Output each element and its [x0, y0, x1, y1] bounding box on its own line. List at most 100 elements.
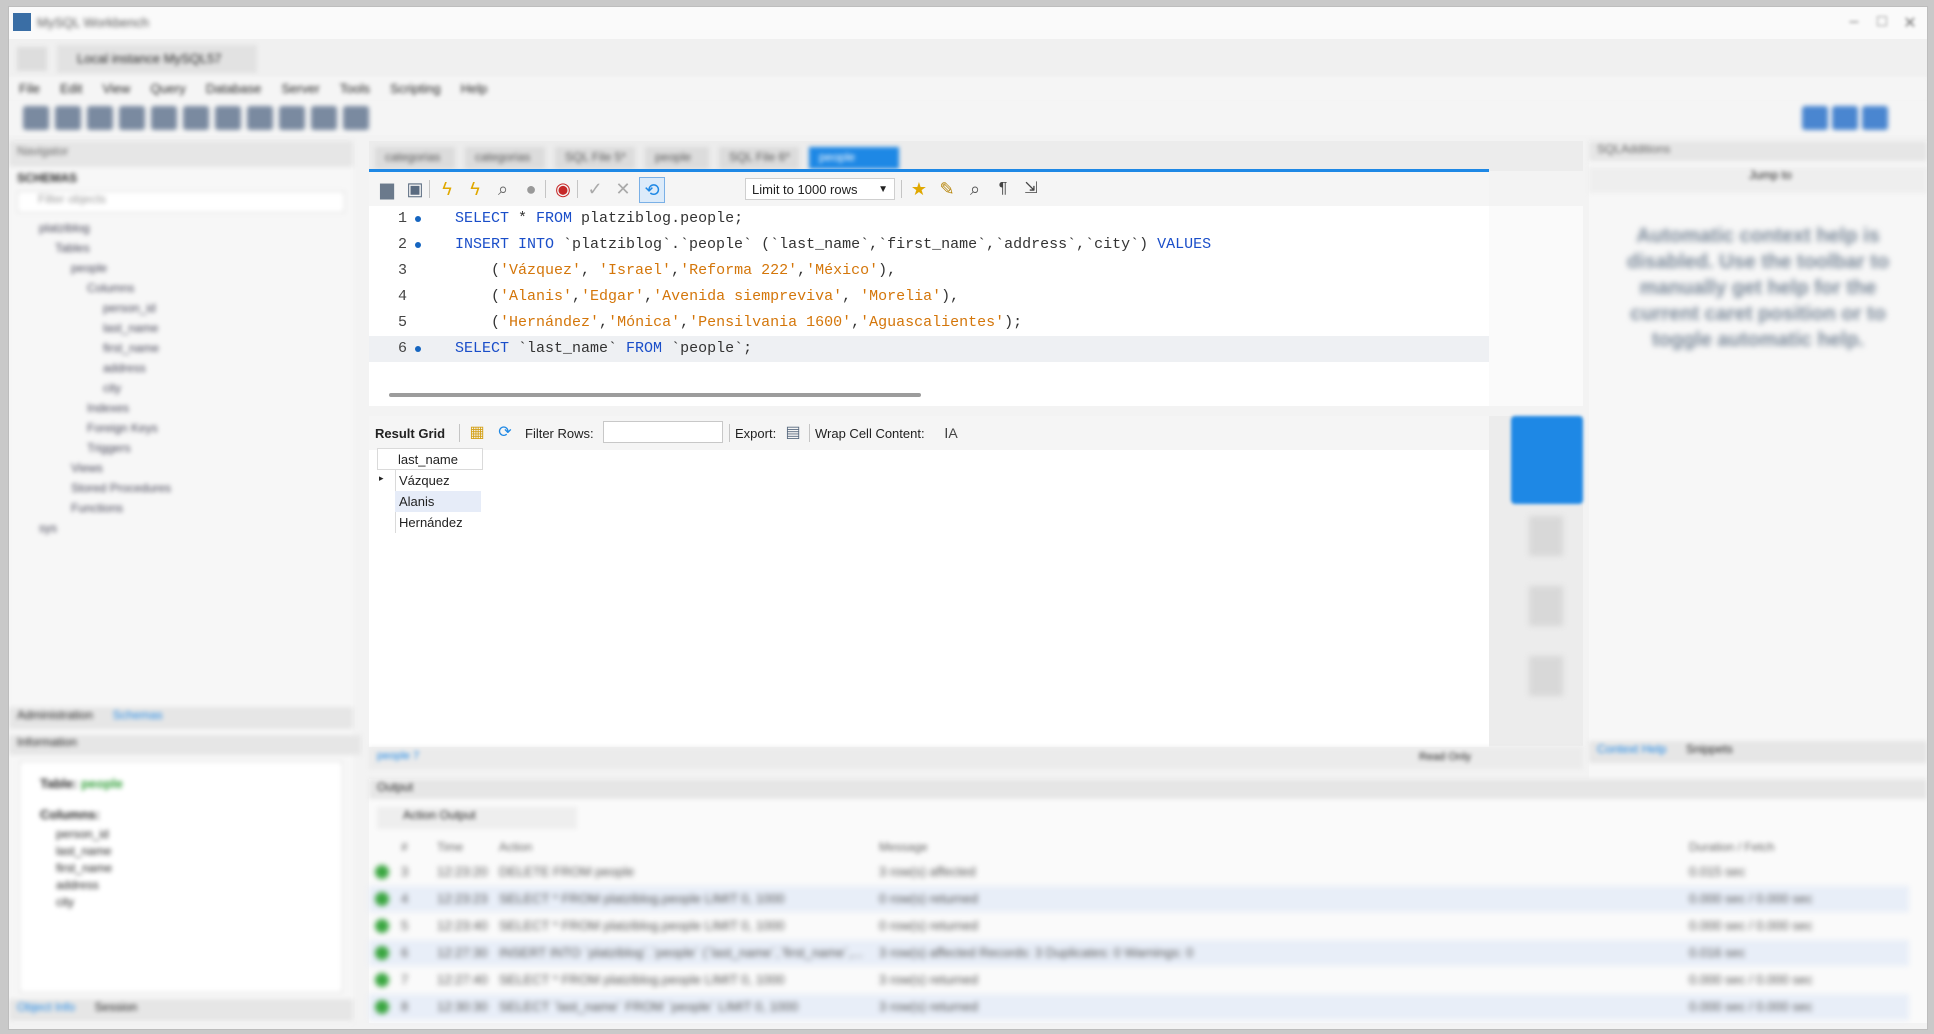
tab-session[interactable]: Session: [95, 1000, 138, 1014]
output-column-header[interactable]: Time: [437, 840, 463, 854]
filter-rows-input[interactable]: [603, 421, 723, 443]
output-row[interactable]: 7 12:27:40 SELECT * FROM platziblog.people…: [369, 967, 1909, 993]
menu-item[interactable]: Database: [206, 81, 262, 96]
output-type-select[interactable]: Action Output: [377, 807, 577, 829]
limit-rows-select[interactable]: Limit to 1000 rows ▼: [745, 178, 895, 200]
code-line[interactable]: 5 ('Hernández','Mónica','Pensilvania 160…: [369, 310, 1489, 336]
schema-filter-input[interactable]: Filter objects: [17, 191, 345, 213]
tree-item[interactable]: Views: [21, 461, 341, 481]
result-grid-side-button[interactable]: [1511, 416, 1583, 504]
tree-item[interactable]: address: [21, 361, 341, 381]
find-icon[interactable]: ⌕: [963, 177, 987, 201]
toolbar-button-icon[interactable]: [215, 106, 241, 130]
toolbar-button-icon[interactable]: [279, 106, 305, 130]
toolbar-button-icon[interactable]: [119, 106, 145, 130]
editor-tab[interactable]: categorias: [465, 147, 545, 169]
panel-toggle-icon[interactable]: [1862, 106, 1888, 130]
output-row[interactable]: 6 12:27:30 INSERT INTO `platziblog`.`peopl…: [369, 940, 1909, 966]
wrap-cell-icon[interactable]: ⅠA: [939, 421, 963, 445]
output-column-header[interactable]: Action: [499, 840, 532, 854]
row-marker[interactable]: [377, 491, 396, 512]
column-header[interactable]: last_name: [377, 448, 483, 470]
jump-to-label[interactable]: Jump to: [1749, 168, 1792, 182]
tree-item[interactable]: Triggers: [21, 441, 341, 461]
tree-item[interactable]: Foreign Keys: [21, 421, 341, 441]
toolbar-button-icon[interactable]: [87, 106, 113, 130]
toolbar-button-icon[interactable]: [247, 106, 273, 130]
tree-item[interactable]: platziblog: [21, 221, 341, 241]
menu-item[interactable]: Help: [461, 81, 488, 96]
tree-item[interactable]: city: [21, 381, 341, 401]
output-column-header[interactable]: Duration / Fetch: [1689, 840, 1774, 854]
code-line[interactable]: 3 ('Vázquez', 'Israel','Reforma 222','Mé…: [369, 258, 1489, 284]
save-icon[interactable]: ▣: [403, 177, 427, 201]
cell-last-name[interactable]: Vázquez: [399, 473, 450, 488]
menu-item[interactable]: Server: [281, 81, 319, 96]
toolbar-button-icon[interactable]: [311, 106, 337, 130]
result-grid-label[interactable]: Result Grid: [375, 426, 445, 441]
editor-tab[interactable]: SQL File 6*: [719, 147, 799, 169]
refresh-icon[interactable]: ⟳: [493, 421, 517, 445]
table-row[interactable]: Hernández: [377, 512, 483, 533]
tab-administration[interactable]: Administration: [17, 708, 93, 722]
tab-object-info[interactable]: Object Info: [17, 1000, 75, 1014]
tree-item[interactable]: last_name: [21, 321, 341, 341]
field-types-side-button[interactable]: [1529, 586, 1563, 626]
add-snippet-icon[interactable]: ★: [907, 177, 931, 201]
toolbar-button-icon[interactable]: [183, 106, 209, 130]
tree-item[interactable]: Functions: [21, 501, 341, 521]
output-row[interactable]: 4 12:23:23 SELECT * FROM platziblog.people…: [369, 886, 1909, 912]
maximize-icon[interactable]: □: [1867, 13, 1897, 33]
context-help-toolbar[interactable]: Jump to: [1589, 167, 1927, 193]
output-row[interactable]: 8 12:30:30 SELECT `last_name` FROM `people…: [369, 994, 1909, 1020]
toggle-error-icon[interactable]: ◉: [551, 177, 575, 201]
table-row[interactable]: Alanis: [377, 491, 483, 512]
output-column-header[interactable]: Message: [879, 840, 928, 854]
export-icon[interactable]: ▤: [781, 421, 805, 445]
editor-tab[interactable]: people: [809, 147, 899, 169]
tree-item[interactable]: Columns: [21, 281, 341, 301]
table-row[interactable]: ▸ Vázquez: [377, 470, 483, 491]
explain-icon[interactable]: ⌕: [491, 177, 515, 201]
rollback-icon[interactable]: ✕: [611, 177, 635, 201]
schema-tree[interactable]: platziblog Tables people Columns person_id la…: [9, 215, 353, 547]
toolbar-button-icon[interactable]: [55, 106, 81, 130]
menu-item[interactable]: Edit: [60, 81, 82, 96]
tab-schemas[interactable]: Schemas: [113, 708, 163, 722]
query-stats-side-button[interactable]: [1529, 656, 1563, 696]
execute-current-icon[interactable]: ϟ: [463, 177, 487, 201]
toolbar-button-icon[interactable]: [23, 106, 49, 130]
panel-toggle-icon[interactable]: [1832, 106, 1858, 130]
close-icon[interactable]: ✕: [1895, 13, 1925, 33]
cell-last-name[interactable]: Hernández: [399, 515, 463, 530]
code-line[interactable]: 2 INSERT INTO `platziblog`.`people` (`las…: [369, 232, 1489, 258]
cell-last-name[interactable]: Alanis: [399, 494, 434, 509]
tree-item[interactable]: Stored Procedures: [21, 481, 341, 501]
output-row[interactable]: 5 12:23:40 SELECT * FROM platziblog.people…: [369, 913, 1909, 939]
code-line[interactable]: 6 SELECT `last_name` FROM `people`;: [369, 336, 1489, 362]
minimize-icon[interactable]: –: [1839, 13, 1869, 33]
commit-icon[interactable]: ✓: [583, 177, 607, 201]
code-line[interactable]: 4 ('Alanis','Edgar','Avenida siempreviva…: [369, 284, 1489, 310]
tree-item[interactable]: first_name: [21, 341, 341, 361]
output-row[interactable]: 3 12:23:20 DELETE FROM people 3 row(s) affe…: [369, 859, 1909, 885]
menu-item[interactable]: File: [19, 81, 40, 96]
toolbar-button-icon[interactable]: [151, 106, 177, 130]
sql-editor[interactable]: 1 SELECT * FROM platziblog.people; 2 INSERT…: [369, 206, 1489, 406]
editor-tab[interactable]: categorias: [375, 147, 455, 169]
connection-tab[interactable]: Local instance MySQL57: [57, 45, 257, 73]
tab-snippets[interactable]: Snippets: [1686, 742, 1733, 756]
editor-tab[interactable]: SQL File 5*: [555, 147, 635, 169]
tree-item[interactable]: Tables: [21, 241, 341, 261]
code-line[interactable]: 1 SELECT * FROM platziblog.people;: [369, 206, 1489, 232]
execute-icon[interactable]: ϟ: [435, 177, 459, 201]
menu-item[interactable]: Tools: [340, 81, 370, 96]
menu-item[interactable]: Query: [150, 81, 185, 96]
menu-item[interactable]: View: [102, 81, 130, 96]
beautify-icon[interactable]: ✎: [935, 177, 959, 201]
wrap-lines-icon[interactable]: ⇲: [1019, 177, 1043, 201]
panel-toggle-icon[interactable]: [1802, 106, 1828, 130]
form-editor-side-button[interactable]: [1529, 516, 1563, 556]
result-tab[interactable]: people 7: [377, 750, 419, 762]
open-folder-icon[interactable]: ▆: [375, 177, 399, 201]
